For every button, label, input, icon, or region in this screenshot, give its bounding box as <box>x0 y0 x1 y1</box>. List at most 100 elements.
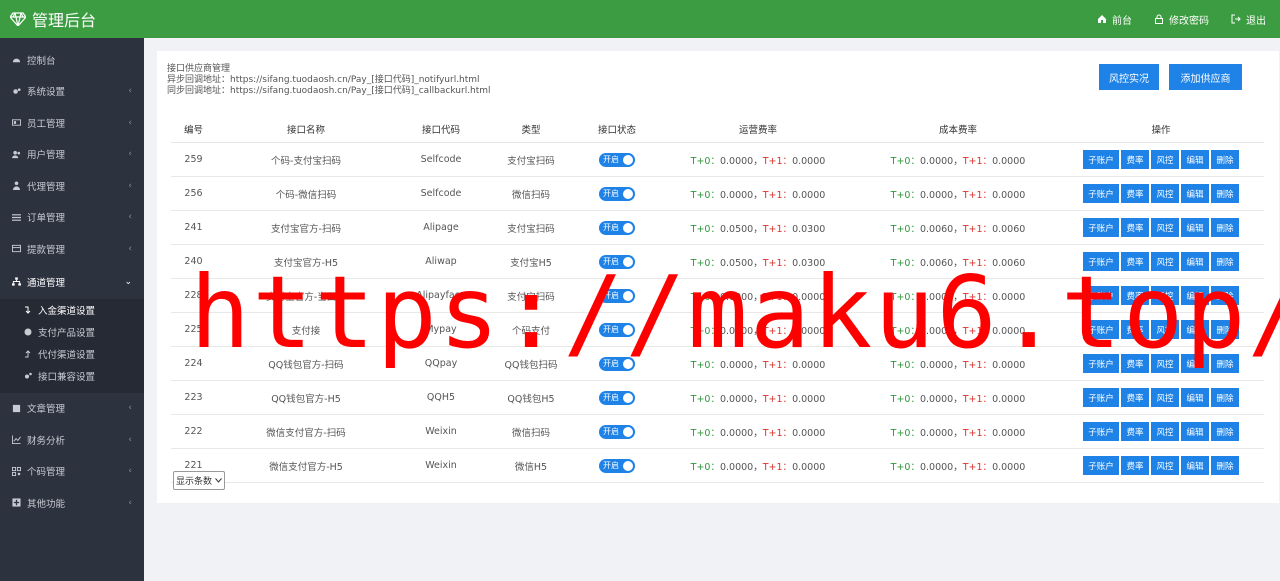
delete-button[interactable]: 删除 <box>1211 354 1239 373</box>
chevron-left-icon: ‹ <box>128 243 132 254</box>
status-toggle[interactable]: 开启 <box>599 152 635 167</box>
sidebar-item-qrcodes[interactable]: 个码管理 ‹ <box>0 456 144 488</box>
change-password-link[interactable]: 修改密码 <box>1154 12 1209 27</box>
rate-button[interactable]: 费率 <box>1121 184 1149 203</box>
sidebar-item-withdrawals[interactable]: 提款管理 ‹ <box>0 233 144 265</box>
rate-button[interactable]: 费率 <box>1121 218 1149 237</box>
rate-button[interactable]: 费率 <box>1121 354 1149 373</box>
status-toggle[interactable]: 开启 <box>599 186 635 201</box>
t1-value: 0.0000 <box>792 325 826 337</box>
add-supplier-button[interactable]: 添加供应商 <box>1169 64 1242 90</box>
status-toggle[interactable]: 开启 <box>599 220 635 235</box>
status-toggle[interactable]: 开启 <box>599 458 635 473</box>
list-icon <box>12 213 21 221</box>
supplier-table: 编号 接口名称 接口代码 类型 接口状态 运营费率 成本费率 操作 259 个码-… <box>171 115 1264 483</box>
rate-separator: ， <box>953 359 963 371</box>
delete-button[interactable]: 删除 <box>1211 150 1239 169</box>
logout-link[interactable]: 退出 <box>1231 12 1266 27</box>
sub-account-button[interactable]: 子账户 <box>1083 388 1119 407</box>
risk-button[interactable]: 风控 <box>1151 354 1179 373</box>
sidebar-subitem-deposit-channels[interactable]: 入金渠道设置 <box>0 299 144 321</box>
rate-button[interactable]: 费率 <box>1121 150 1149 169</box>
status-toggle[interactable]: 开启 <box>599 356 635 371</box>
status-toggle[interactable]: 开启 <box>599 254 635 269</box>
risk-button[interactable]: 风控 <box>1151 456 1179 475</box>
delete-button[interactable]: 删除 <box>1211 456 1239 475</box>
cell-code: QQpay <box>396 346 486 381</box>
sidebar-item-other[interactable]: 其他功能 ‹ <box>0 487 144 519</box>
edit-button[interactable]: 编辑 <box>1181 354 1209 373</box>
sidebar-item-articles[interactable]: 文章管理 ‹ <box>0 393 144 425</box>
rate-button[interactable]: 费率 <box>1121 252 1149 271</box>
delete-button[interactable]: 删除 <box>1211 184 1239 203</box>
edit-button[interactable]: 编辑 <box>1181 286 1209 305</box>
delete-button[interactable]: 删除 <box>1211 286 1239 305</box>
sidebar-item-system[interactable]: 系统设置 ‹ <box>0 76 144 108</box>
sidebar-item-staff[interactable]: 员工管理 ‹ <box>0 107 144 139</box>
rate-button[interactable]: 费率 <box>1121 388 1149 407</box>
edit-button[interactable]: 编辑 <box>1181 388 1209 407</box>
sub-account-button[interactable]: 子账户 <box>1083 422 1119 441</box>
risk-button[interactable]: 风控 <box>1151 218 1179 237</box>
risk-button[interactable]: 风控 <box>1151 388 1179 407</box>
sidebar-item-finance[interactable]: 财务分析 ‹ <box>0 424 144 456</box>
sidebar-item-dashboard[interactable]: 控制台 <box>0 44 144 76</box>
home-link[interactable]: 前台 <box>1097 12 1132 27</box>
brand[interactable]: 管理后台 <box>0 7 210 31</box>
t0-value: 0.0000 <box>919 427 954 439</box>
t0-label: T+0： <box>890 427 920 439</box>
risk-button[interactable]: 风控 <box>1151 422 1179 441</box>
rate-button[interactable]: 费率 <box>1121 456 1149 475</box>
t1-label: T+1： <box>762 325 793 337</box>
edit-button[interactable]: 编辑 <box>1181 252 1209 271</box>
delete-button[interactable]: 删除 <box>1211 218 1239 237</box>
delete-button[interactable]: 删除 <box>1211 388 1239 407</box>
risk-monitor-button[interactable]: 风控实况 <box>1099 64 1159 90</box>
risk-button[interactable]: 风控 <box>1151 320 1179 339</box>
sidebar-subitem-label: 接口兼容设置 <box>38 371 96 383</box>
sub-account-button[interactable]: 子账户 <box>1083 354 1119 373</box>
sidebar-item-users[interactable]: 用户管理 ‹ <box>0 139 144 171</box>
rate-button[interactable]: 费率 <box>1121 422 1149 441</box>
risk-button[interactable]: 风控 <box>1151 150 1179 169</box>
sub-account-button[interactable]: 子账户 <box>1083 252 1119 271</box>
rate-button[interactable]: 费率 <box>1121 320 1149 339</box>
edit-button[interactable]: 编辑 <box>1181 218 1209 237</box>
sidebar-subitem-payout-channels[interactable]: 代付渠道设置 <box>0 343 144 365</box>
rate-button[interactable]: 费率 <box>1121 286 1149 305</box>
sidebar-item-orders[interactable]: 订单管理 ‹ <box>0 202 144 234</box>
status-toggle[interactable]: 开启 <box>599 390 635 405</box>
cell-status: 开启 <box>576 176 658 211</box>
sub-account-button[interactable]: 子账户 <box>1083 286 1119 305</box>
sub-account-button[interactable]: 子账户 <box>1083 184 1119 203</box>
rate-separator: ， <box>753 189 763 201</box>
delete-button[interactable]: 删除 <box>1211 320 1239 339</box>
page-size-select[interactable]: 显示条数 <box>173 471 226 490</box>
risk-button[interactable]: 风控 <box>1151 252 1179 271</box>
cell-type: 支付宝扫码 <box>486 210 576 245</box>
status-toggle[interactable]: 开启 <box>599 288 635 303</box>
sidebar-item-agents[interactable]: 代理管理 ‹ <box>0 170 144 202</box>
delete-button[interactable]: 删除 <box>1211 422 1239 441</box>
sidebar-item-label: 提款管理 <box>27 244 66 256</box>
edit-button[interactable]: 编辑 <box>1181 456 1209 475</box>
app-title: 管理后台 <box>32 11 97 30</box>
sub-account-button[interactable]: 子账户 <box>1083 456 1119 475</box>
sub-account-button[interactable]: 子账户 <box>1083 150 1119 169</box>
risk-button[interactable]: 风控 <box>1151 184 1179 203</box>
status-toggle[interactable]: 开启 <box>599 322 635 337</box>
sub-account-button[interactable]: 子账户 <box>1083 320 1119 339</box>
sidebar-subitem-products[interactable]: 支付产品设置 <box>0 321 144 343</box>
sidebar-subitem-compat[interactable]: 接口兼容设置 <box>0 365 144 387</box>
sub-account-button[interactable]: 子账户 <box>1083 218 1119 237</box>
edit-button[interactable]: 编辑 <box>1181 150 1209 169</box>
status-toggle[interactable]: 开启 <box>599 424 635 439</box>
sidebar-item-label: 个码管理 <box>27 467 66 479</box>
delete-button[interactable]: 删除 <box>1211 252 1239 271</box>
edit-button[interactable]: 编辑 <box>1181 184 1209 203</box>
edit-button[interactable]: 编辑 <box>1181 422 1209 441</box>
risk-button[interactable]: 风控 <box>1151 286 1179 305</box>
sidebar-item-channels[interactable]: 通道管理 ⌄ <box>0 265 144 299</box>
edit-button[interactable]: 编辑 <box>1181 320 1209 339</box>
dashboard-icon <box>12 58 21 63</box>
